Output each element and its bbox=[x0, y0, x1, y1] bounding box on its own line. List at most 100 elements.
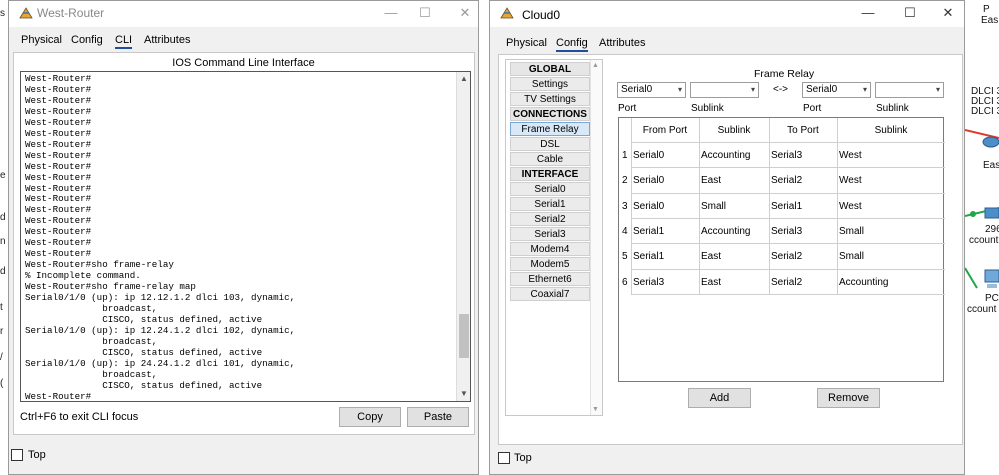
desktop-gap bbox=[479, 0, 489, 475]
table-cell[interactable]: Small bbox=[839, 226, 864, 237]
table-cell[interactable]: East bbox=[701, 251, 721, 262]
paste-button[interactable]: Paste bbox=[407, 407, 469, 427]
bg-label: ccount bbox=[967, 304, 997, 315]
router-icon bbox=[965, 129, 999, 148]
left-sublink-select[interactable]: ▾ bbox=[690, 82, 759, 98]
table-row-divider bbox=[631, 167, 945, 169]
table-header: Sublink bbox=[874, 125, 908, 136]
window-title: West-Router bbox=[37, 6, 105, 20]
scroll-thumb[interactable] bbox=[459, 313, 469, 358]
table-cell[interactable]: Serial3 bbox=[771, 226, 802, 237]
tab-config[interactable]: Config bbox=[556, 37, 588, 52]
table-cell[interactable]: West bbox=[839, 150, 862, 161]
left-sublink-label: Sublink bbox=[691, 103, 724, 114]
top-checkbox[interactable] bbox=[11, 449, 23, 461]
west-router-window: West-Router — ☐ ✕ Physical Config CLI At… bbox=[8, 0, 479, 475]
minimize-icon[interactable]: — bbox=[856, 4, 880, 22]
menu-item-coaxial7[interactable]: Coaxial7 bbox=[510, 287, 590, 301]
table-cell[interactable]: Small bbox=[701, 201, 726, 212]
bg-label: DLCI 3 bbox=[971, 106, 999, 117]
table-cell[interactable]: West bbox=[839, 175, 862, 186]
maximize-icon[interactable]: ☐ bbox=[413, 4, 437, 22]
table-cell[interactable]: Serial0 bbox=[633, 175, 664, 186]
right-sublink-select[interactable]: ▾ bbox=[875, 82, 944, 98]
menu-item-serial1[interactable]: Serial1 bbox=[510, 197, 590, 211]
config-menu: ▲ ▼ GLOBAL Settings TV Settings CONNECTIONS… bbox=[505, 59, 603, 416]
cloud0-titlebar[interactable]: Cloud0 — ☐ ✕ bbox=[490, 1, 964, 27]
table-row-number: 4 bbox=[622, 225, 628, 237]
menu-header-interface: INTERFACE bbox=[510, 167, 590, 181]
chevron-down-icon: ▾ bbox=[750, 85, 755, 94]
tab-physical[interactable]: Physical bbox=[506, 37, 547, 49]
bg-label: 296 bbox=[985, 224, 999, 235]
menu-item-serial3[interactable]: Serial3 bbox=[510, 227, 590, 241]
menu-header-connections: CONNECTIONS bbox=[510, 107, 590, 121]
table-cell[interactable]: East bbox=[701, 175, 721, 186]
table-cell[interactable]: Small bbox=[839, 251, 864, 262]
tab-attributes[interactable]: Attributes bbox=[599, 37, 645, 49]
table-row-divider bbox=[631, 268, 945, 270]
tab-physical[interactable]: Physical bbox=[21, 34, 62, 46]
cli-focus-hint: Ctrl+F6 to exit CLI focus bbox=[20, 411, 139, 423]
left-port-select[interactable]: Serial0 ▾ bbox=[617, 82, 686, 98]
table-cell[interactable]: Serial2 bbox=[771, 277, 802, 288]
top-label: Top bbox=[514, 452, 532, 464]
table-row-number: 3 bbox=[622, 200, 628, 212]
table-cell[interactable]: Serial1 bbox=[633, 251, 664, 262]
menu-item-serial2[interactable]: Serial2 bbox=[510, 212, 590, 226]
table-cell[interactable]: Accounting bbox=[839, 277, 888, 288]
minimize-icon[interactable]: — bbox=[379, 4, 403, 22]
cli-console[interactable]: West-Router# West-Router# West-Router# West… bbox=[20, 71, 471, 402]
cli-scrollbar[interactable]: ▲ ▼ bbox=[456, 72, 470, 401]
cli-line: West-Router# bbox=[25, 171, 92, 183]
tab-attributes[interactable]: Attributes bbox=[144, 34, 190, 46]
left-port-value: Serial0 bbox=[621, 84, 653, 95]
add-button[interactable]: Add bbox=[688, 388, 751, 408]
scroll-down-icon[interactable]: ▼ bbox=[457, 387, 470, 401]
scroll-up-icon[interactable]: ▲ bbox=[592, 62, 599, 69]
table-cell[interactable]: Serial1 bbox=[771, 201, 802, 212]
copy-button[interactable]: Copy bbox=[339, 407, 401, 427]
table-cell[interactable]: Serial2 bbox=[771, 175, 802, 186]
background-left-strip: s e d n d t r / ( bbox=[0, 0, 8, 475]
table-cell[interactable]: Serial0 bbox=[633, 150, 664, 161]
table-cell[interactable]: Serial3 bbox=[771, 150, 802, 161]
table-column-divider bbox=[631, 118, 632, 294]
cli-output[interactable]: West-Router# West-Router# West-Router# West… bbox=[25, 73, 295, 402]
menu-item-modem5[interactable]: Modem5 bbox=[510, 257, 590, 271]
scroll-down-icon[interactable]: ▼ bbox=[592, 406, 599, 413]
menu-header-global: GLOBAL bbox=[510, 62, 590, 76]
right-port-select[interactable]: Serial0 ▾ bbox=[802, 82, 871, 98]
table-cell[interactable]: Accounting bbox=[701, 150, 750, 161]
menu-item-frame-relay[interactable]: Frame Relay bbox=[510, 122, 590, 136]
table-cell[interactable]: East bbox=[701, 277, 721, 288]
table-cell[interactable]: Accounting bbox=[701, 226, 750, 237]
table-cell[interactable]: Serial0 bbox=[633, 201, 664, 212]
table-cell[interactable]: West bbox=[839, 201, 862, 212]
top-checkbox[interactable] bbox=[498, 452, 510, 464]
table-cell[interactable]: Serial3 bbox=[633, 277, 664, 288]
table-cell[interactable]: Serial2 bbox=[771, 251, 802, 262]
menu-item-cable[interactable]: Cable bbox=[510, 152, 590, 166]
table-cell[interactable]: Serial1 bbox=[633, 226, 664, 237]
menu-item-settings[interactable]: Settings bbox=[510, 77, 590, 91]
west-router-titlebar[interactable]: West-Router — ☐ ✕ bbox=[9, 1, 478, 27]
close-icon[interactable]: ✕ bbox=[453, 4, 477, 22]
menu-item-modem4[interactable]: Modem4 bbox=[510, 242, 590, 256]
maximize-icon[interactable]: ☐ bbox=[898, 4, 922, 22]
menu-item-dsl[interactable]: DSL bbox=[510, 137, 590, 151]
table-column-divider bbox=[769, 118, 770, 294]
menu-item-tv-settings[interactable]: TV Settings bbox=[510, 92, 590, 106]
table-row-divider bbox=[631, 142, 945, 143]
menu-scrollbar[interactable]: ▲ ▼ bbox=[590, 60, 602, 415]
cli-line: West-Router# bbox=[25, 390, 92, 402]
menu-item-ethernet6[interactable]: Ethernet6 bbox=[510, 272, 590, 286]
remove-button[interactable]: Remove bbox=[817, 388, 880, 408]
cli-line: West-Router# bbox=[25, 149, 92, 161]
scroll-up-icon[interactable]: ▲ bbox=[457, 72, 470, 86]
close-icon[interactable]: ✕ bbox=[936, 4, 960, 22]
bg-label: P bbox=[983, 4, 990, 15]
menu-item-serial0[interactable]: Serial0 bbox=[510, 182, 590, 196]
tab-cli[interactable]: CLI bbox=[115, 34, 133, 49]
tab-config[interactable]: Config bbox=[71, 34, 103, 46]
